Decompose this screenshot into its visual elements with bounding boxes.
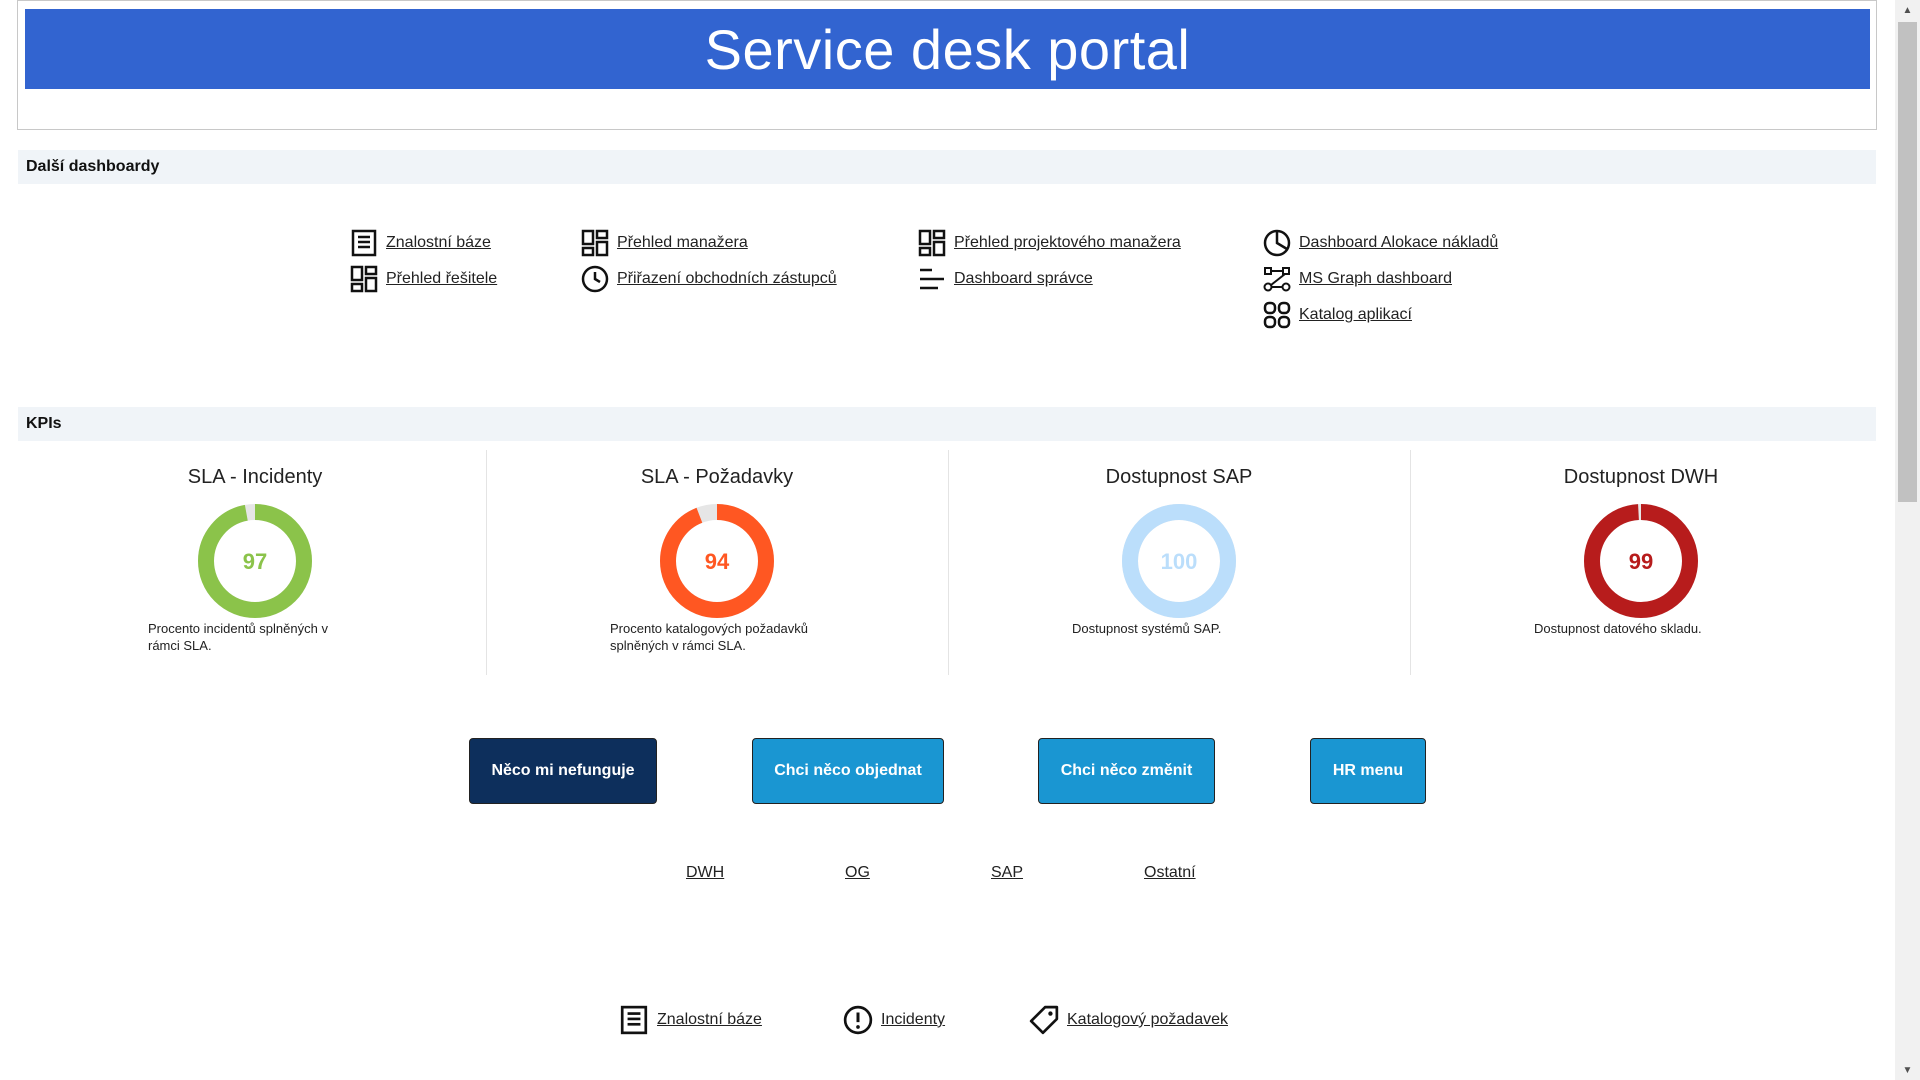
dashboard-link-katalog-aplikaci[interactable]: Katalog aplikací xyxy=(1263,300,1412,330)
kpi-description: Dostupnost systémů SAP. xyxy=(1072,621,1222,636)
section-bar-kpis: KPIs xyxy=(18,407,1876,441)
kpi-donut: 100 xyxy=(1122,504,1236,618)
kpi-title: SLA - Incidenty xyxy=(187,466,323,488)
dashboard-link-label[interactable]: Katalog aplikací xyxy=(1299,306,1412,324)
kpi-description: Procento katalogových požadavků splněných… xyxy=(610,621,809,653)
kpi-value: 94 xyxy=(705,549,730,574)
kpi-description: Procento incidentů splněných v rámci SLA. xyxy=(148,621,328,653)
pie-chart-icon xyxy=(1263,229,1291,257)
sublink-ostatni[interactable]: Ostatní xyxy=(1144,864,1196,882)
dashboard-link-ms-graph[interactable]: MS Graph dashboard xyxy=(1263,264,1452,294)
dashboard-link-label[interactable]: Přehled manažera xyxy=(617,234,748,252)
dashboard-grid-icon xyxy=(918,229,946,257)
page-title: Service desk portal xyxy=(704,17,1191,81)
dashboard-link-prehled-projektoveho-manazera[interactable]: Přehled projektového manažera xyxy=(918,228,1181,258)
header-frame: Service desk portal xyxy=(17,0,1877,130)
dashboard-link-prehled-resitele[interactable]: Přehled řešitele xyxy=(350,264,497,294)
kpi-title: Dostupnost SAP xyxy=(1105,466,1253,488)
dashboard-link-dashboard-spravce[interactable]: Dashboard správce xyxy=(918,264,1093,294)
kpi-card-sla-pozadavky: SLA - Požadavky 94 Procento katalogových… xyxy=(487,450,947,675)
scroll-down-icon[interactable]: ▼ xyxy=(1895,1060,1920,1080)
scrollbar-thumb[interactable] xyxy=(1898,22,1917,502)
dashboard-link-label[interactable]: Přiřazení obchodních zástupců xyxy=(617,270,837,288)
bottom-link-label[interactable]: Incidenty xyxy=(881,1011,945,1029)
section-title-kpis: KPIs xyxy=(26,415,62,432)
dashboard-link-label[interactable]: Dashboard Alokace nákladů xyxy=(1299,234,1498,252)
zmenit-button[interactable]: Chci něco změnit xyxy=(1038,738,1215,804)
kpi-card-dostupnost-dwh: Dostupnost DWH 99 Dostupnost datového sk… xyxy=(1411,450,1871,675)
objednat-button[interactable]: Chci něco objednat xyxy=(752,738,944,804)
header-banner: Service desk portal xyxy=(25,9,1870,89)
dashboard-link-label[interactable]: MS Graph dashboard xyxy=(1299,270,1452,288)
kpi-value: 97 xyxy=(243,549,267,574)
scroll-up-icon[interactable]: ▲ xyxy=(1895,0,1920,20)
clock-icon xyxy=(581,265,609,293)
dashboard-grid-icon xyxy=(350,265,378,293)
bottom-link-znalostni-baze[interactable]: Znalostní báze xyxy=(619,1005,762,1035)
section-bar-dashboards: Další dashboardy xyxy=(18,150,1876,184)
apps-icon xyxy=(1263,301,1291,329)
kpi-value: 99 xyxy=(1629,549,1653,574)
dashboard-link-label[interactable]: Přehled projektového manažera xyxy=(954,234,1181,252)
alert-circle-icon xyxy=(843,1005,873,1035)
bottom-link-incidenty[interactable]: Incidenty xyxy=(843,1005,945,1035)
section-title-dashboards: Další dashboardy xyxy=(26,158,160,175)
dashboard-link-label[interactable]: Dashboard správce xyxy=(954,270,1093,288)
tag-icon xyxy=(1029,1005,1059,1035)
kpi-donut: 94 xyxy=(660,504,774,618)
kpi-value: 100 xyxy=(1161,549,1198,574)
dashboard-link-prirazeni-zastupcu[interactable]: Přiřazení obchodních zástupců xyxy=(581,264,837,294)
dashboard-link-alokace-nakladu[interactable]: Dashboard Alokace nákladů xyxy=(1263,228,1498,258)
kpi-card-dostupnost-sap: Dostupnost SAP 100 Dostupnost systémů SA… xyxy=(949,450,1409,675)
dashboard-link-znalostni-baze[interactable]: Znalostní báze xyxy=(350,228,491,258)
bottom-link-katalogovy-pozadavek[interactable]: Katalogový požadavek xyxy=(1029,1005,1228,1035)
lines-icon xyxy=(920,268,944,290)
graph-nodes-icon xyxy=(1263,267,1291,292)
bottom-link-label[interactable]: Znalostní báze xyxy=(657,1011,762,1029)
kpi-description: Dostupnost datového skladu. xyxy=(1534,621,1702,636)
page-scrollbar[interactable]: ▲ ▼ xyxy=(1895,0,1920,1080)
bottom-link-label[interactable]: Katalogový požadavek xyxy=(1067,1011,1228,1029)
dashboard-grid-icon xyxy=(581,229,609,257)
sublink-og[interactable]: OG xyxy=(845,864,870,882)
document-icon xyxy=(351,229,377,257)
sublink-dwh[interactable]: DWH xyxy=(686,864,724,882)
kpi-card-sla-incidenty: SLA - Incidenty 97 Procento incidentů sp… xyxy=(25,450,485,675)
dashboard-link-prehled-manazera[interactable]: Přehled manažera xyxy=(581,228,748,258)
kpi-title: Dostupnost DWH xyxy=(1563,466,1719,488)
kpi-donut: 99 xyxy=(1584,504,1698,618)
dashboard-link-label[interactable]: Přehled řešitele xyxy=(386,270,497,288)
kpi-title: SLA - Požadavky xyxy=(640,466,794,488)
hr-menu-button[interactable]: HR menu xyxy=(1310,738,1426,804)
kpi-donut: 97 xyxy=(198,504,312,618)
dashboard-link-label[interactable]: Znalostní báze xyxy=(386,234,491,252)
sublink-sap[interactable]: SAP xyxy=(991,864,1023,882)
document-icon xyxy=(620,1005,648,1035)
nefunguje-button[interactable]: Něco mi nefunguje xyxy=(469,738,657,804)
